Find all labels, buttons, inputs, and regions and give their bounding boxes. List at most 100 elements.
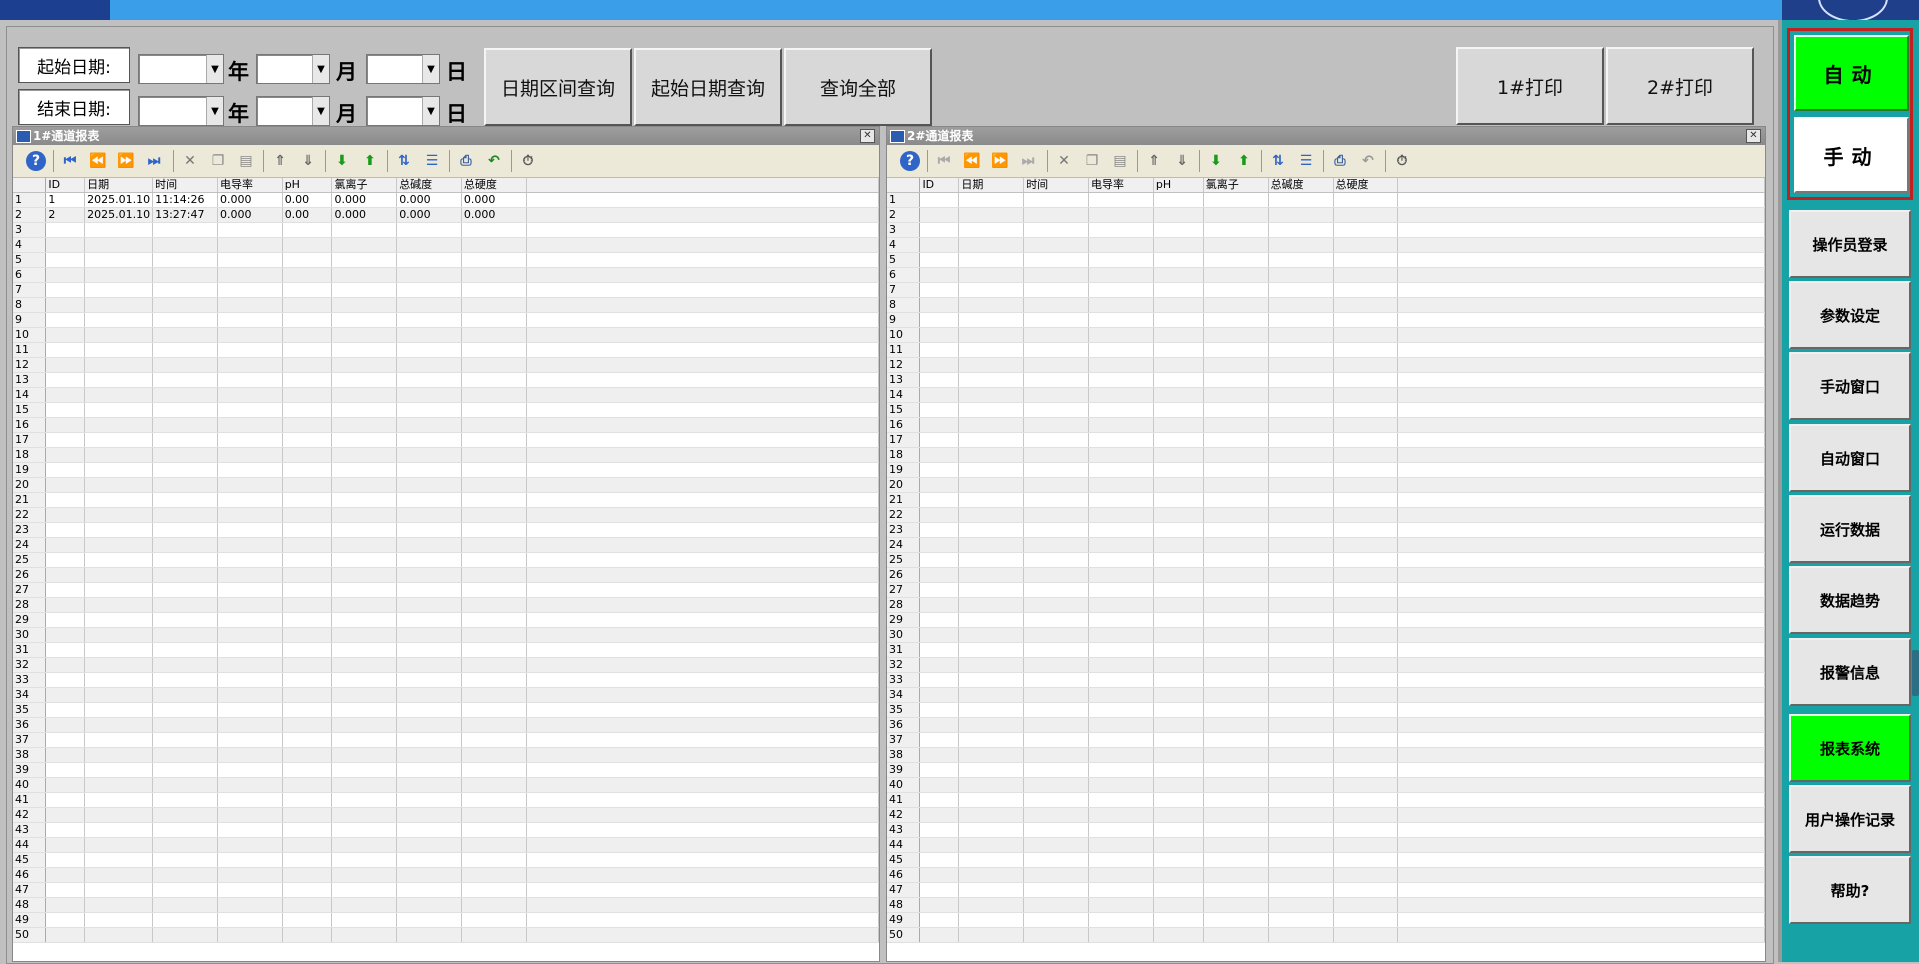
table-row[interactable]: 32 [13,657,879,673]
table-cell[interactable] [282,312,333,328]
table-cell[interactable] [1333,477,1399,493]
table-cell[interactable] [1153,627,1204,643]
table-cell[interactable] [461,792,527,808]
table-cell[interactable] [958,342,1025,358]
table-cell[interactable] [152,222,218,238]
table-row[interactable]: 39 [887,762,1765,778]
nav-manual-window[interactable]: 手动窗口 [1789,352,1911,420]
table-cell[interactable] [217,222,283,238]
table-cell[interactable] [958,762,1025,778]
table-cell[interactable] [84,747,154,763]
table-cell[interactable] [331,897,398,913]
table-cell[interactable] [1153,387,1204,403]
table-cell[interactable] [1268,777,1334,793]
table-cell[interactable] [217,462,283,478]
table-row[interactable]: 23 [13,522,879,538]
table-row[interactable]: 3 [887,222,1765,238]
table-row[interactable]: 49 [887,912,1765,928]
table-cell[interactable] [958,777,1025,793]
table-cell[interactable] [84,582,154,598]
table-cell[interactable] [282,327,333,343]
table-row[interactable]: 21 [13,492,879,508]
table-cell[interactable] [1088,822,1154,838]
table-cell[interactable] [1153,327,1204,343]
table-cell[interactable] [1203,672,1269,688]
export-icon[interactable]: ⬆ [1233,150,1255,172]
table-cell[interactable] [919,192,960,208]
table-cell[interactable] [1333,897,1399,913]
table-cell[interactable] [217,687,283,703]
table-cell[interactable] [1333,267,1399,283]
table-cell[interactable] [1268,387,1334,403]
table-cell[interactable] [461,777,527,793]
table-cell[interactable] [958,552,1025,568]
table-cell[interactable] [1153,867,1204,883]
table-cell[interactable] [217,912,283,928]
table-cell[interactable] [1333,462,1399,478]
table-row[interactable]: 13 [13,372,879,388]
table-cell[interactable] [396,927,462,943]
table-cell[interactable] [1023,237,1090,253]
table-cell[interactable] [217,567,283,583]
table-cell[interactable] [1268,342,1334,358]
nav-operator-login[interactable]: 操作员登录 [1789,210,1911,278]
table-cell[interactable] [331,612,398,628]
table-cell[interactable] [45,927,86,943]
table-cell[interactable] [1153,882,1204,898]
print-icon[interactable]: ⎙ [455,150,477,172]
table-cell[interactable] [396,657,462,673]
table-cell[interactable] [1088,867,1154,883]
table-cell[interactable] [1268,327,1334,343]
table-cell[interactable] [45,687,86,703]
table-cell[interactable] [1203,507,1269,523]
table-cell[interactable] [152,777,218,793]
table-cell[interactable] [919,417,960,433]
table-cell[interactable] [45,852,86,868]
table-cell[interactable] [1023,537,1090,553]
table-cell[interactable] [958,642,1025,658]
table-cell[interactable] [958,432,1025,448]
table-cell[interactable] [1088,267,1154,283]
table-cell[interactable] [919,837,960,853]
table-cell[interactable] [282,627,333,643]
table-cell[interactable] [919,627,960,643]
import-icon[interactable]: ⬇ [331,150,353,172]
table-cell[interactable] [958,672,1025,688]
table-row[interactable]: 28 [13,597,879,613]
table-cell[interactable] [461,762,527,778]
table-cell[interactable] [396,717,462,733]
table-cell[interactable] [958,792,1025,808]
table-cell[interactable] [152,732,218,748]
table-cell[interactable] [396,237,462,253]
table-cell[interactable] [84,777,154,793]
table-cell[interactable] [1203,852,1269,868]
table-cell[interactable] [958,522,1025,538]
table-row[interactable]: 10 [13,327,879,343]
table-cell[interactable] [45,717,86,733]
table-row[interactable]: 9 [13,312,879,328]
table-cell[interactable] [84,762,154,778]
table-row[interactable]: 12 [887,357,1765,373]
table-cell[interactable] [1023,342,1090,358]
table-row[interactable]: 50 [13,927,879,943]
table-cell[interactable] [1268,642,1334,658]
table-row[interactable]: 40 [13,777,879,793]
table-cell[interactable] [1153,282,1204,298]
table-cell[interactable] [1268,822,1334,838]
table-cell[interactable] [45,537,86,553]
table-cell[interactable] [217,582,283,598]
table-cell[interactable] [919,777,960,793]
table-cell[interactable] [331,447,398,463]
table-row[interactable]: 33 [13,672,879,688]
column-header[interactable]: 总硬度 [1333,178,1399,193]
table-cell[interactable] [1268,462,1334,478]
table-cell[interactable] [1333,672,1399,688]
table-cell[interactable] [1268,597,1334,613]
table-cell[interactable] [1203,192,1269,208]
table-cell[interactable] [1333,582,1399,598]
table-cell[interactable] [396,687,462,703]
table-cell[interactable] [152,522,218,538]
nav-auto-window[interactable]: 自动窗口 [1789,424,1911,492]
refresh-icon[interactable]: ↶ [483,150,505,172]
table-cell[interactable] [958,507,1025,523]
